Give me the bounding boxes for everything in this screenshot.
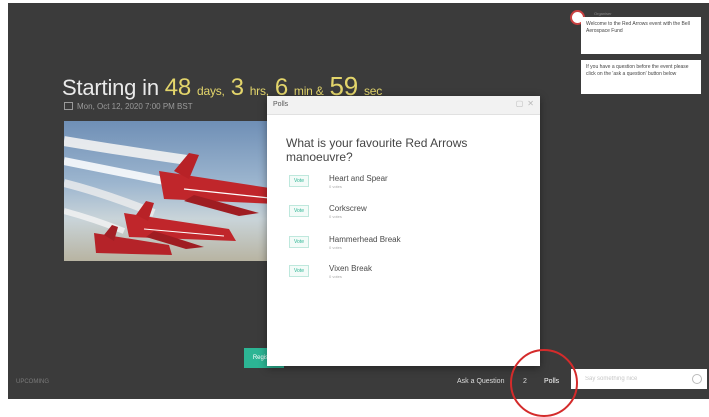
calendar-icon [64,102,73,110]
close-icon[interactable]: ✕ [527,99,534,108]
polls-modal: Polls ▢ ✕ What is your favourite Red Arr… [267,96,540,366]
expand-icon[interactable]: ▢ [516,99,524,108]
poll-option: Vote Vixen Break 0 votes [289,264,372,280]
emoji-icon[interactable] [692,374,702,384]
poll-option: Vote Hammerhead Break 0 votes [289,235,401,251]
vote-button[interactable]: Vote [289,236,309,248]
event-date-text: Mon, Oct 12, 2020 7:00 PM BST [77,102,193,111]
chat-input[interactable] [571,369,707,389]
question-count-badge: 2 [523,378,527,385]
countdown-prefix: Starting in [62,75,159,100]
vote-button[interactable]: Vote [289,265,309,277]
countdown-days: 48 [164,74,192,101]
poll-option: Vote Corkscrew 0 votes [289,204,367,220]
event-status-label: UPCOMING [16,379,49,385]
chat-message: Welcome to the Red Arrows event with the… [581,17,701,54]
poll-option-label: Corkscrew [329,204,367,213]
poll-option-label: Heart and Spear [329,174,388,183]
poll-option-votes: 0 votes [329,184,342,189]
ask-question-tab[interactable]: Ask a Question [457,378,504,385]
poll-option: Vote Heart and Spear 0 votes [289,174,388,190]
poll-option-label: Vixen Break [329,264,372,273]
modal-window-controls: ▢ ✕ [516,99,534,108]
poll-question: What is your favourite Red Arrows manoeu… [286,136,468,164]
polls-tab[interactable]: Polls [544,378,559,385]
poll-option-votes: 0 votes [329,245,342,250]
chat-message: If you have a question before the event … [581,60,701,94]
vote-button[interactable]: Vote [289,205,309,217]
poll-option-votes: 0 votes [329,274,342,279]
polls-modal-header: Polls ▢ ✕ [267,96,540,115]
vote-button[interactable]: Vote [289,175,309,187]
poll-option-votes: 0 votes [329,214,342,219]
event-date: Mon, Oct 12, 2020 7:00 PM BST [64,102,193,111]
polls-modal-title: Polls [273,101,289,108]
countdown-hours: 3 [230,74,244,101]
poll-option-label: Hammerhead Break [329,235,401,244]
countdown-days-unit: days, [197,84,225,98]
chat-author: Organiser [594,11,612,16]
